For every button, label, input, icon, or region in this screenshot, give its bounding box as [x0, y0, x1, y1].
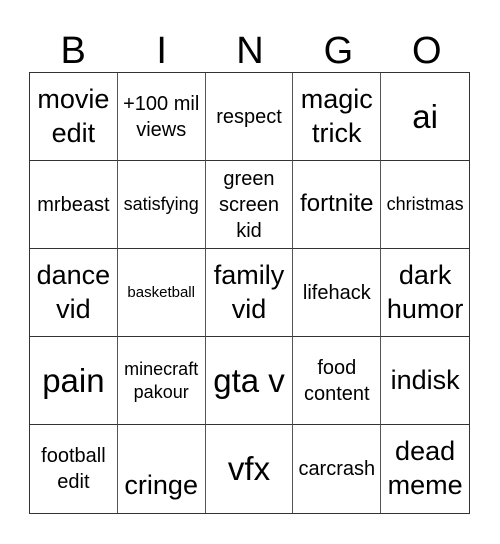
- bingo-cell[interactable]: food content: [293, 337, 382, 425]
- bingo-cell[interactable]: fortnite: [293, 161, 382, 249]
- bingo-cell[interactable]: movie edit: [30, 73, 118, 161]
- bingo-cell[interactable]: christmas: [381, 161, 469, 249]
- bingo-cell[interactable]: satisfying: [117, 161, 206, 249]
- bingo-cell[interactable]: gta v: [205, 337, 294, 425]
- bingo-cell[interactable]: vfx: [206, 425, 294, 513]
- bingo-cell[interactable]: indisk: [381, 337, 469, 425]
- bingo-cell[interactable]: dark humor: [381, 249, 469, 337]
- bingo-card: movie edit +100 mil views respect magic …: [29, 72, 470, 514]
- bingo-cell[interactable]: mrbeast: [30, 161, 118, 249]
- bingo-cell[interactable]: respect: [205, 73, 294, 161]
- bingo-cell[interactable]: magic trick: [293, 73, 382, 161]
- bingo-cell[interactable]: family vid: [205, 249, 294, 337]
- header-letter-g: G: [323, 30, 354, 72]
- bingo-cell[interactable]: football edit: [30, 425, 118, 513]
- bingo-cell[interactable]: +100 mil views: [117, 73, 206, 161]
- bingo-cell[interactable]: pain: [30, 337, 118, 425]
- bingo-cell[interactable]: green screen kid: [205, 161, 294, 249]
- bingo-cell[interactable]: dead meme: [381, 425, 469, 513]
- bingo-cell[interactable]: cringe: [118, 425, 206, 513]
- bingo-cell[interactable]: lifehack: [293, 249, 382, 337]
- bingo-cell[interactable]: carcrash: [293, 425, 382, 513]
- bingo-header: B I N G O: [29, 30, 471, 72]
- bingo-cell[interactable]: minecraft pakour: [117, 337, 206, 425]
- header-letter-i: I: [156, 30, 167, 72]
- header-letter-o: O: [412, 30, 442, 72]
- bingo-cell[interactable]: ai: [381, 73, 469, 161]
- bingo-cell[interactable]: dance vid: [30, 249, 118, 337]
- header-letter-n: N: [236, 30, 264, 72]
- bingo-cell[interactable]: basketball: [117, 249, 206, 337]
- header-letter-b: B: [60, 30, 86, 72]
